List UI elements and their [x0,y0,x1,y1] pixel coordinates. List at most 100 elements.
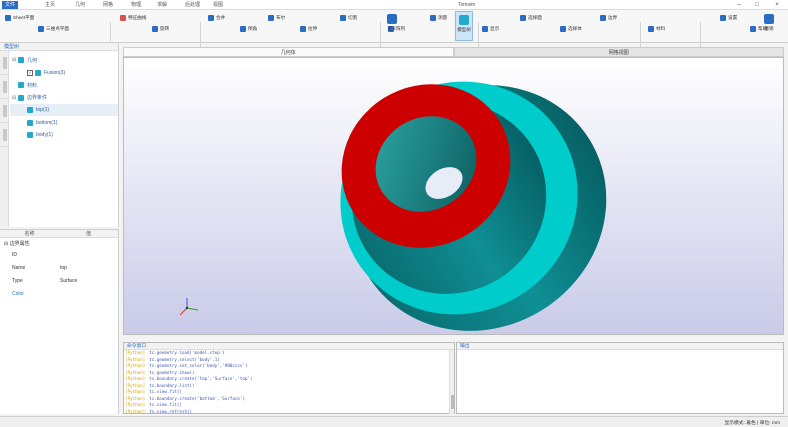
maximize-button[interactable]: □ [750,0,764,10]
command-console[interactable]: 命令窗口 [Python] tc.geometry.load('model.ste… [123,342,455,414]
output-panel[interactable]: 输出 [456,342,784,414]
tab-mesh-view[interactable]: 网格视图 [453,47,784,57]
ribbon-item-5[interactable]: 倒角 [240,24,257,33]
ribbon-item-7[interactable]: 拉伸 [300,24,317,33]
ribbon-item-label: 设置 [728,14,738,20]
console-line-tag: [Python] [125,356,146,362]
ribbon-big-button-0[interactable]: 定义 [383,11,401,41]
cube-icon [27,132,33,138]
menu-tab-file[interactable]: 文件 [2,1,19,9]
tree-item-1[interactable]: ✓ Fusion(3) [10,67,118,79]
boundary-icon [600,14,606,21]
tab-geometry-view[interactable]: 几何体 [123,47,454,57]
ribbon-item-label: 拉伸 [308,25,318,31]
define-icon [387,14,397,24]
cube-icon [35,69,41,76]
ribbon-item-label: Sheet平面 [13,14,35,20]
console-scroll-thumb[interactable] [451,395,454,409]
tree-item-3[interactable]: ⊟ 边界条件 [10,92,118,104]
3d-viewport[interactable] [123,57,784,335]
properties-column-name: 名称 [24,231,35,237]
menu-tab-postprocess[interactable]: 后处理 [182,1,203,9]
properties-panel: 名称 值 ⊟ 边界属性 ID Name top Type Surface Col… [0,229,119,414]
ribbon-item-6[interactable]: 布尔 [268,13,285,22]
vtab-model[interactable] [0,51,9,75]
visibility-checkbox[interactable]: ✓ [27,69,33,76]
vtab-results[interactable] [0,123,9,147]
ribbon-item-label: 切割 [348,14,358,20]
app-window: 文件 主页 几何 网格 物理 求解 后处理 视图 Tomsim – □ × Sh… [0,0,788,427]
ribbon-item-label: 特征曲线 [128,14,147,20]
console-line-tag: [Python] [125,350,146,355]
panel-vertical-tabs [0,51,9,227]
ribbon-item-15[interactable]: 材料 [648,24,665,33]
cube-icon [18,94,24,101]
ribbon-item-3[interactable]: 旋转 [152,24,169,33]
ribbon-item-10[interactable]: 测量 [430,13,447,22]
ribbon-big-button-2[interactable]: 撤销 [760,11,778,41]
tree-item-label: Fusion(3) [44,69,66,76]
ribbon-item-label: 选择体 [568,25,582,31]
ribbon-item-8[interactable]: 切割 [340,13,357,22]
vtab-mesh[interactable] [0,75,9,99]
ribbon-separator [478,22,479,50]
console-line-message: tc.geometry.set_color('body','#00cccc') [149,363,248,368]
console-line-message: tc.view.refresh() [149,408,193,414]
ribbon-item-2[interactable]: 特征曲线 [120,13,146,22]
ribbon-item-label: 三维点平面 [46,25,69,31]
console-line-tag: [Python] [125,363,146,368]
ribbon-item-0[interactable]: Sheet平面 [5,13,34,22]
ribbon-separator [640,22,641,50]
ribbon-item-12[interactable]: 选择面 [520,13,542,22]
ribbon-item-13[interactable]: 选择体 [560,24,582,33]
tree-item-2[interactable]: 材料 [10,79,118,91]
property-name-value[interactable]: top [60,264,67,273]
console-line: [Python] tc.view.refresh() [124,409,454,416]
menu-tab-view[interactable]: 视图 [210,1,226,9]
ribbon-item-4[interactable]: 合并 [208,13,225,22]
menu-tab-home[interactable]: 主页 [42,1,58,9]
display-icon [482,25,488,32]
console-line-tag: [Python] [125,402,146,407]
undo-icon [764,14,774,24]
console-line-tag: [Python] [125,395,146,401]
ribbon-separator [200,22,201,50]
ribbon-item-14[interactable]: 边界 [600,13,617,22]
ribbon-big-button-label: 定义 [387,26,397,31]
ribbon-item-label: 测量 [438,14,448,20]
property-color-label[interactable]: Color [12,290,24,299]
ribbon-big-button-1[interactable]: 模型树 [455,11,473,41]
select-body-icon [560,25,566,32]
tree-item-label: body(1) [36,132,53,138]
close-button[interactable]: × [770,0,784,10]
tree-item-5[interactable]: bottom(1) [10,117,118,129]
ribbon-item-1[interactable]: 三维点平面 [38,24,69,33]
ribbon-item-label: 材料 [656,25,666,31]
sheet-icon [5,14,11,21]
property-type-value[interactable]: Surface [60,277,77,286]
minimize-button[interactable]: – [732,0,746,10]
help-icon [750,25,756,32]
ribbon-item-11[interactable]: 显示 [482,24,499,33]
menu-tab-geometry[interactable]: 几何 [72,1,88,9]
properties-group[interactable]: ⊟ 边界属性 [4,240,30,249]
cut-icon [340,14,346,21]
ribbon-big-button-label: 撤销 [764,26,774,31]
vtab-physics[interactable] [0,99,9,123]
tree-item-0[interactable]: ⊟ 几何 [10,54,118,66]
tree-item-6[interactable]: body(1) [10,129,118,141]
ribbon-item-label: 选择面 [528,14,542,20]
console-line-tag: [Python] [125,408,146,414]
console-line-tag: [Python] [125,376,146,381]
3d-model-render[interactable] [124,58,785,336]
ribbon-item-label: 旋转 [160,25,170,31]
console-line-tag: [Python] [125,369,146,375]
tree-item-4[interactable]: top(1) [10,104,118,116]
console-line-message: tc.boundary.create('bottom','Surface') [149,395,245,401]
ribbon-big-button-label: 模型树 [457,27,471,32]
ribbon-item-16[interactable]: 设置 [720,13,737,22]
menu-tab-solve[interactable]: 求解 [154,1,170,9]
console-scrollbar[interactable] [449,350,454,414]
menu-tab-mesh[interactable]: 网格 [100,1,116,9]
menu-tab-physics[interactable]: 物理 [128,1,144,9]
